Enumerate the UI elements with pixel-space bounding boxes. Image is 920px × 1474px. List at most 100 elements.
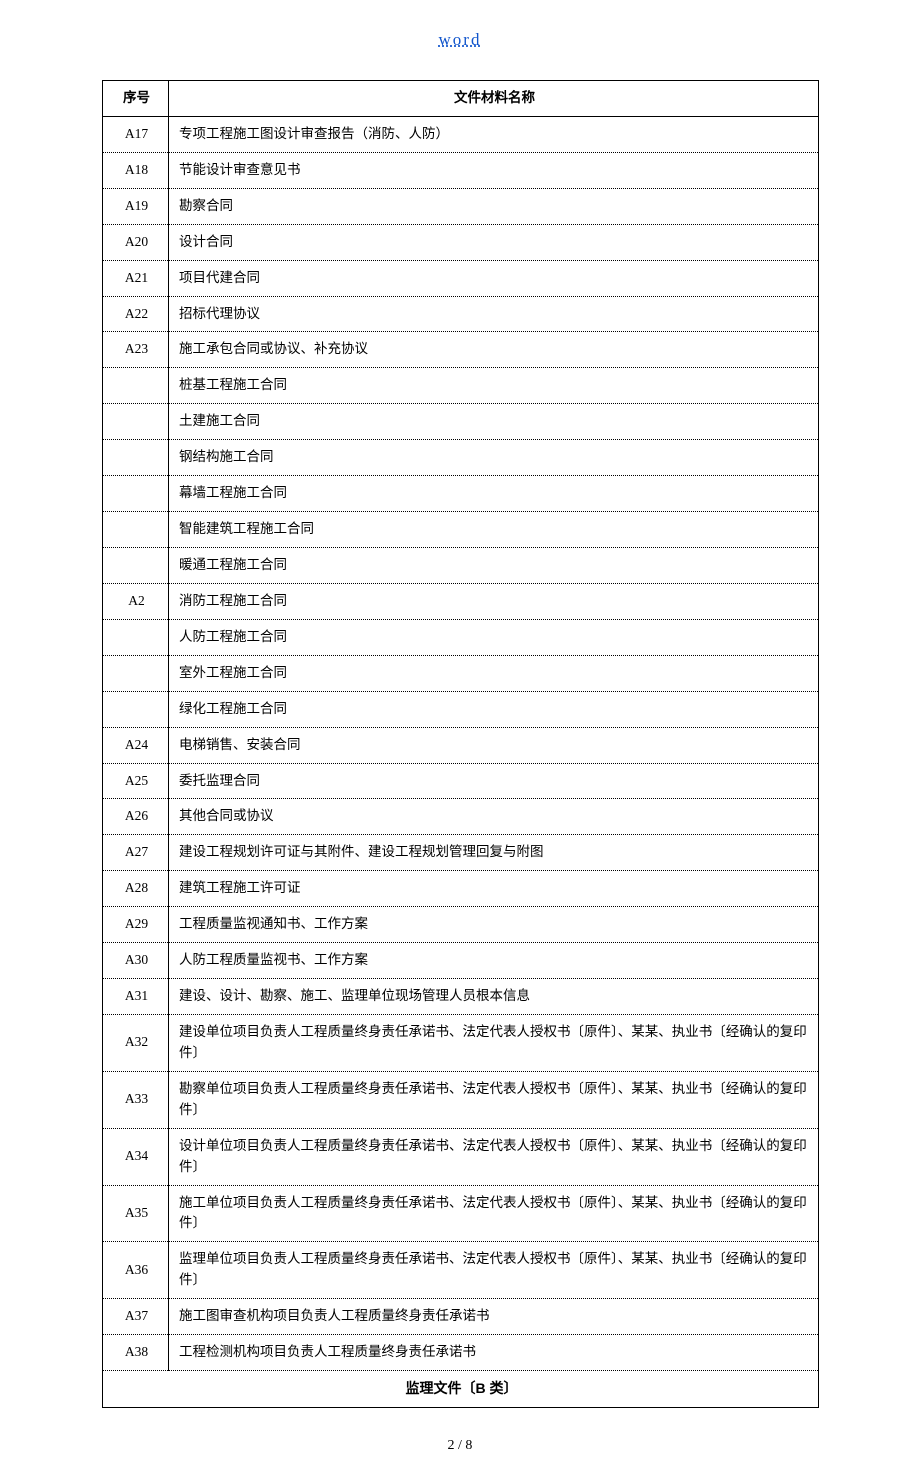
row-name-cell: 工程检测机构项目负责人工程质量终身责任承诺书: [169, 1335, 819, 1371]
row-id-cell: A34: [103, 1128, 169, 1185]
table-row: A2消防工程施工合同: [103, 583, 819, 619]
row-id-cell: A30: [103, 943, 169, 979]
row-id-cell: [103, 404, 169, 440]
row-name-cell: 施工图审查机构项目负责人工程质量终身责任承诺书: [169, 1299, 819, 1335]
row-name-cell: 幕墙工程施工合同: [169, 476, 819, 512]
row-id-cell: [103, 655, 169, 691]
table-row: A26其他合同或协议: [103, 799, 819, 835]
row-name-cell: 专项工程施工图设计审查报告（消防、人防）: [169, 116, 819, 152]
row-name-cell: 勘察单位项目负责人工程质量终身责任承诺书、法定代表人授权书〔原件〕、某某、执业书…: [169, 1071, 819, 1128]
row-id-cell: A38: [103, 1335, 169, 1371]
table-row: A31建设、设计、勘察、施工、监理单位现场管理人员根本信息: [103, 979, 819, 1015]
row-name-cell: 桩基工程施工合同: [169, 368, 819, 404]
section-header-row: 监理文件〔B 类〕: [103, 1371, 819, 1408]
row-id-cell: A23: [103, 332, 169, 368]
table-row: A34设计单位项目负责人工程质量终身责任承诺书、法定代表人授权书〔原件〕、某某、…: [103, 1128, 819, 1185]
row-name-cell: 建设工程规划许可证与其附件、建设工程规划管理回复与附图: [169, 835, 819, 871]
table-row: 绿化工程施工合同: [103, 691, 819, 727]
table-row: A19勘察合同: [103, 188, 819, 224]
row-name-cell: 勘察合同: [169, 188, 819, 224]
row-id-cell: A25: [103, 763, 169, 799]
row-name-cell: 建设、设计、勘察、施工、监理单位现场管理人员根本信息: [169, 979, 819, 1015]
row-name-cell: 委托监理合同: [169, 763, 819, 799]
col-header-id: 序号: [103, 81, 169, 117]
table-row: A35施工单位项目负责人工程质量终身责任承诺书、法定代表人授权书〔原件〕、某某、…: [103, 1185, 819, 1242]
table-row: A36监理单位项目负责人工程质量终身责任承诺书、法定代表人授权书〔原件〕、某某、…: [103, 1242, 819, 1299]
row-id-cell: [103, 619, 169, 655]
row-id-cell: A32: [103, 1014, 169, 1071]
row-id-cell: [103, 547, 169, 583]
table-row: 幕墙工程施工合同: [103, 476, 819, 512]
row-id-cell: A36: [103, 1242, 169, 1299]
table-row: A21项目代建合同: [103, 260, 819, 296]
table-row: 室外工程施工合同: [103, 655, 819, 691]
row-id-cell: A19: [103, 188, 169, 224]
row-name-cell: 工程质量监视通知书、工作方案: [169, 907, 819, 943]
header-link: word: [0, 30, 920, 50]
document-table-wrapper: 序号 文件材料名称 A17专项工程施工图设计审查报告（消防、人防）A18节能设计…: [102, 80, 818, 1408]
row-name-cell: 施工承包合同或协议、补充协议: [169, 332, 819, 368]
row-id-cell: A22: [103, 296, 169, 332]
page-number: 2 / 8: [0, 1438, 920, 1454]
table-row: A25委托监理合同: [103, 763, 819, 799]
table-row: A24电梯销售、安装合同: [103, 727, 819, 763]
row-name-cell: 绿化工程施工合同: [169, 691, 819, 727]
table-row: A30人防工程质量监视书、工作方案: [103, 943, 819, 979]
row-id-cell: A31: [103, 979, 169, 1015]
row-name-cell: 消防工程施工合同: [169, 583, 819, 619]
row-name-cell: 项目代建合同: [169, 260, 819, 296]
table-row: A37施工图审查机构项目负责人工程质量终身责任承诺书: [103, 1299, 819, 1335]
row-name-cell: 监理单位项目负责人工程质量终身责任承诺书、法定代表人授权书〔原件〕、某某、执业书…: [169, 1242, 819, 1299]
table-row: A17专项工程施工图设计审查报告（消防、人防）: [103, 116, 819, 152]
table-row: A32建设单位项目负责人工程质量终身责任承诺书、法定代表人授权书〔原件〕、某某、…: [103, 1014, 819, 1071]
row-id-cell: A33: [103, 1071, 169, 1128]
table-row: A33勘察单位项目负责人工程质量终身责任承诺书、法定代表人授权书〔原件〕、某某、…: [103, 1071, 819, 1128]
table-row: 人防工程施工合同: [103, 619, 819, 655]
table-row: 桩基工程施工合同: [103, 368, 819, 404]
col-header-name: 文件材料名称: [169, 81, 819, 117]
table-row: A27建设工程规划许可证与其附件、建设工程规划管理回复与附图: [103, 835, 819, 871]
section-header-cell: 监理文件〔B 类〕: [103, 1371, 819, 1408]
row-name-cell: 电梯销售、安装合同: [169, 727, 819, 763]
row-id-cell: A21: [103, 260, 169, 296]
table-row: A20设计合同: [103, 224, 819, 260]
row-id-cell: [103, 691, 169, 727]
header-link-text: word: [439, 30, 482, 49]
row-id-cell: A27: [103, 835, 169, 871]
row-name-cell: 施工单位项目负责人工程质量终身责任承诺书、法定代表人授权书〔原件〕、某某、执业书…: [169, 1185, 819, 1242]
row-name-cell: 设计合同: [169, 224, 819, 260]
row-id-cell: A20: [103, 224, 169, 260]
row-name-cell: 招标代理协议: [169, 296, 819, 332]
row-id-cell: A35: [103, 1185, 169, 1242]
table-row: A23施工承包合同或协议、补充协议: [103, 332, 819, 368]
row-name-cell: 智能建筑工程施工合同: [169, 512, 819, 548]
table-row: 钢结构施工合同: [103, 440, 819, 476]
row-name-cell: 人防工程施工合同: [169, 619, 819, 655]
row-name-cell: 其他合同或协议: [169, 799, 819, 835]
table-row: A22招标代理协议: [103, 296, 819, 332]
row-id-cell: A24: [103, 727, 169, 763]
table-row: 土建施工合同: [103, 404, 819, 440]
row-id-cell: [103, 476, 169, 512]
row-name-cell: 暖通工程施工合同: [169, 547, 819, 583]
row-name-cell: 节能设计审查意见书: [169, 152, 819, 188]
document-table: 序号 文件材料名称 A17专项工程施工图设计审查报告（消防、人防）A18节能设计…: [102, 80, 819, 1408]
table-row: 智能建筑工程施工合同: [103, 512, 819, 548]
row-id-cell: A2: [103, 583, 169, 619]
row-name-cell: 设计单位项目负责人工程质量终身责任承诺书、法定代表人授权书〔原件〕、某某、执业书…: [169, 1128, 819, 1185]
row-name-cell: 建设单位项目负责人工程质量终身责任承诺书、法定代表人授权书〔原件〕、某某、执业书…: [169, 1014, 819, 1071]
row-name-cell: 建筑工程施工许可证: [169, 871, 819, 907]
table-row: A29工程质量监视通知书、工作方案: [103, 907, 819, 943]
row-name-cell: 钢结构施工合同: [169, 440, 819, 476]
row-id-cell: A29: [103, 907, 169, 943]
row-id-cell: A28: [103, 871, 169, 907]
row-id-cell: [103, 512, 169, 548]
row-name-cell: 人防工程质量监视书、工作方案: [169, 943, 819, 979]
row-id-cell: A37: [103, 1299, 169, 1335]
table-row: A38工程检测机构项目负责人工程质量终身责任承诺书: [103, 1335, 819, 1371]
row-id-cell: A18: [103, 152, 169, 188]
row-id-cell: A26: [103, 799, 169, 835]
table-row: A28建筑工程施工许可证: [103, 871, 819, 907]
row-name-cell: 室外工程施工合同: [169, 655, 819, 691]
table-header-row: 序号 文件材料名称: [103, 81, 819, 117]
